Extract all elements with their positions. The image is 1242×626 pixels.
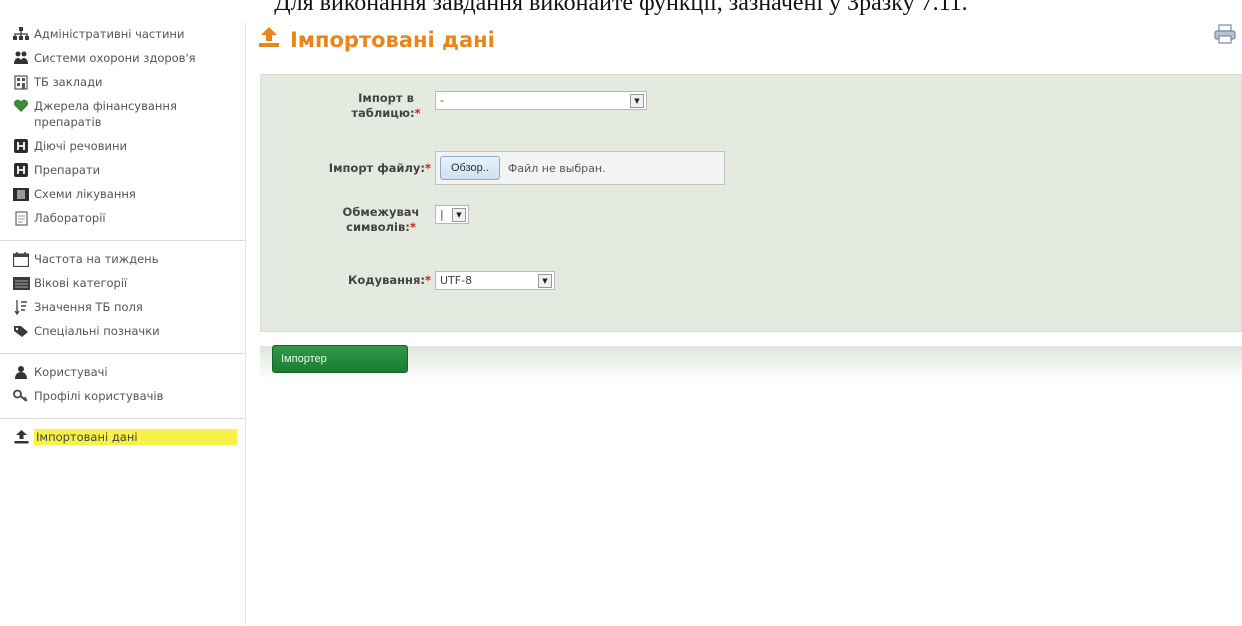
sidebar-group-users: Користувачі Профілі користувачів <box>0 353 245 410</box>
upload-icon <box>258 26 280 53</box>
sidebar-item-label: Значення ТБ поля <box>34 300 143 314</box>
sidebar-item-tb-facilities[interactable]: ТБ заклади <box>12 72 245 96</box>
h-square-icon <box>12 138 30 154</box>
page-title-text: Імпортовані дані <box>290 27 495 52</box>
sidebar-item-label: Профілі користувачів <box>34 389 164 403</box>
sidebar-item-health-systems[interactable]: Системи охорони здоров'я <box>12 48 245 72</box>
tags-icon <box>12 323 30 339</box>
sidebar-item-label: Лабораторії <box>34 211 106 225</box>
sidebar-item-admin-units[interactable]: Адміністративні частини <box>12 24 245 48</box>
sidebar-item-label: Джерела фінансування препаратів <box>34 99 177 129</box>
sidebar-group-import: Імпортовані дані <box>0 418 245 451</box>
sidebar-item-age-categories[interactable]: Вікові категорії <box>12 273 245 297</box>
sidebar-item-treatment-schemes[interactable]: Схеми лікування <box>12 184 245 208</box>
sidebar-item-laboratories[interactable]: Лабораторії <box>12 208 245 232</box>
sidebar-group-parameters: Частота на тиждень Вікові категорії Знач… <box>0 240 245 345</box>
sidebar-item-weekly-frequency[interactable]: Частота на тиждень <box>12 249 245 273</box>
chevron-down-icon[interactable]: ▼ <box>630 93 644 108</box>
required-mark: * <box>424 273 431 287</box>
sidebar-group-catalogs: Адміністративні частини Системи охорони … <box>0 22 245 232</box>
sidebar-item-label: Імпортовані дані <box>34 429 237 445</box>
import-table-select-value: - <box>440 94 444 107</box>
encoding-select-value: UTF-8 <box>440 274 473 287</box>
upload-icon <box>12 429 30 445</box>
user-icon <box>12 364 30 380</box>
sidebar-item-label: Спеціальні позначки <box>34 324 160 338</box>
import-table-select[interactable]: - ▼ <box>435 91 647 110</box>
key-icon <box>12 388 30 404</box>
sidebar-item-label: Схеми лікування <box>34 187 136 201</box>
sort-list-icon <box>12 299 30 315</box>
encoding-select[interactable]: UTF-8 ▼ <box>435 271 555 290</box>
file-input[interactable]: Обзор.. Файл не выбран. <box>435 151 725 185</box>
film-icon <box>12 186 30 202</box>
encoding-label: Кодування:* <box>347 273 431 287</box>
form-row-import-table: Імпорт в таблицю:* - ▼ <box>261 91 647 121</box>
document-icon <box>12 210 30 226</box>
sidebar-item-special-marks[interactable]: Спеціальні позначки <box>12 321 245 345</box>
print-icon[interactable] <box>1214 24 1236 44</box>
sidebar-item-label: Адміністративні частини <box>34 27 185 41</box>
calendar-icon <box>12 251 30 267</box>
document-caption: Для виконання завдання виконайте функції… <box>274 0 968 16</box>
heart-handshake-icon <box>12 98 30 114</box>
delimiter-label: Обмежувач символів:* <box>342 205 420 234</box>
import-table-label: Імпорт в таблицю:* <box>351 91 421 120</box>
people-group-icon <box>12 50 30 66</box>
sidebar-item-label: Системи охорони здоров'я <box>34 51 196 65</box>
form-row-encoding: Кодування:* UTF-8 ▼ <box>261 271 555 290</box>
h-square-icon <box>12 162 30 178</box>
sidebar-item-label: Частота на тиждень <box>34 252 159 266</box>
chevron-down-icon[interactable]: ▼ <box>452 207 466 222</box>
sidebar-item-label: Вікові категорії <box>34 276 128 290</box>
sidebar-item-active-substances[interactable]: Діючі речовини <box>12 136 245 160</box>
form-row-delimiter: Обмежувач символів:* | ▼ <box>261 205 469 235</box>
sidebar-item-drugs[interactable]: Препарати <box>12 160 245 184</box>
import-button[interactable]: Імпортер <box>272 345 408 373</box>
main-content: Імпортовані дані Імпорт в таблицю:* - ▼ … <box>246 22 1242 626</box>
required-mark: * <box>409 220 416 234</box>
org-chart-icon <box>12 26 30 42</box>
sidebar-item-imported-data[interactable]: Імпортовані дані <box>12 427 245 451</box>
sidebar-item-users[interactable]: Користувачі <box>12 362 245 386</box>
bar-table-icon <box>12 275 30 291</box>
sidebar: Адміністративні частини Системи охорони … <box>0 22 246 626</box>
building-icon <box>12 74 30 90</box>
required-mark: * <box>414 106 421 120</box>
delimiter-select[interactable]: | ▼ <box>435 205 469 224</box>
sidebar-item-label: Препарати <box>34 163 101 177</box>
delimiter-select-value: | <box>440 208 444 221</box>
sidebar-item-user-profiles[interactable]: Профілі користувачів <box>12 386 245 410</box>
page-title: Імпортовані дані <box>258 26 495 53</box>
browse-button[interactable]: Обзор.. <box>440 156 500 180</box>
sidebar-item-tb-field-values[interactable]: Значення ТБ поля <box>12 297 245 321</box>
chevron-down-icon[interactable]: ▼ <box>538 273 552 288</box>
sidebar-item-label: Діючі речовини <box>34 139 127 153</box>
form-row-import-file: Імпорт файлу:* Обзор.. Файл не выбран. <box>261 151 725 185</box>
sidebar-item-label: ТБ заклади <box>34 75 103 89</box>
sidebar-item-funding-sources[interactable]: Джерела фінансування препаратів <box>12 96 245 136</box>
import-file-label: Імпорт файлу:* <box>328 160 431 175</box>
sidebar-item-label: Користувачі <box>34 365 108 379</box>
required-mark: * <box>424 160 431 175</box>
file-status-text: Файл не выбран. <box>507 161 606 175</box>
import-form-panel: Імпорт в таблицю:* - ▼ Імпорт файлу:* Об… <box>260 74 1242 332</box>
